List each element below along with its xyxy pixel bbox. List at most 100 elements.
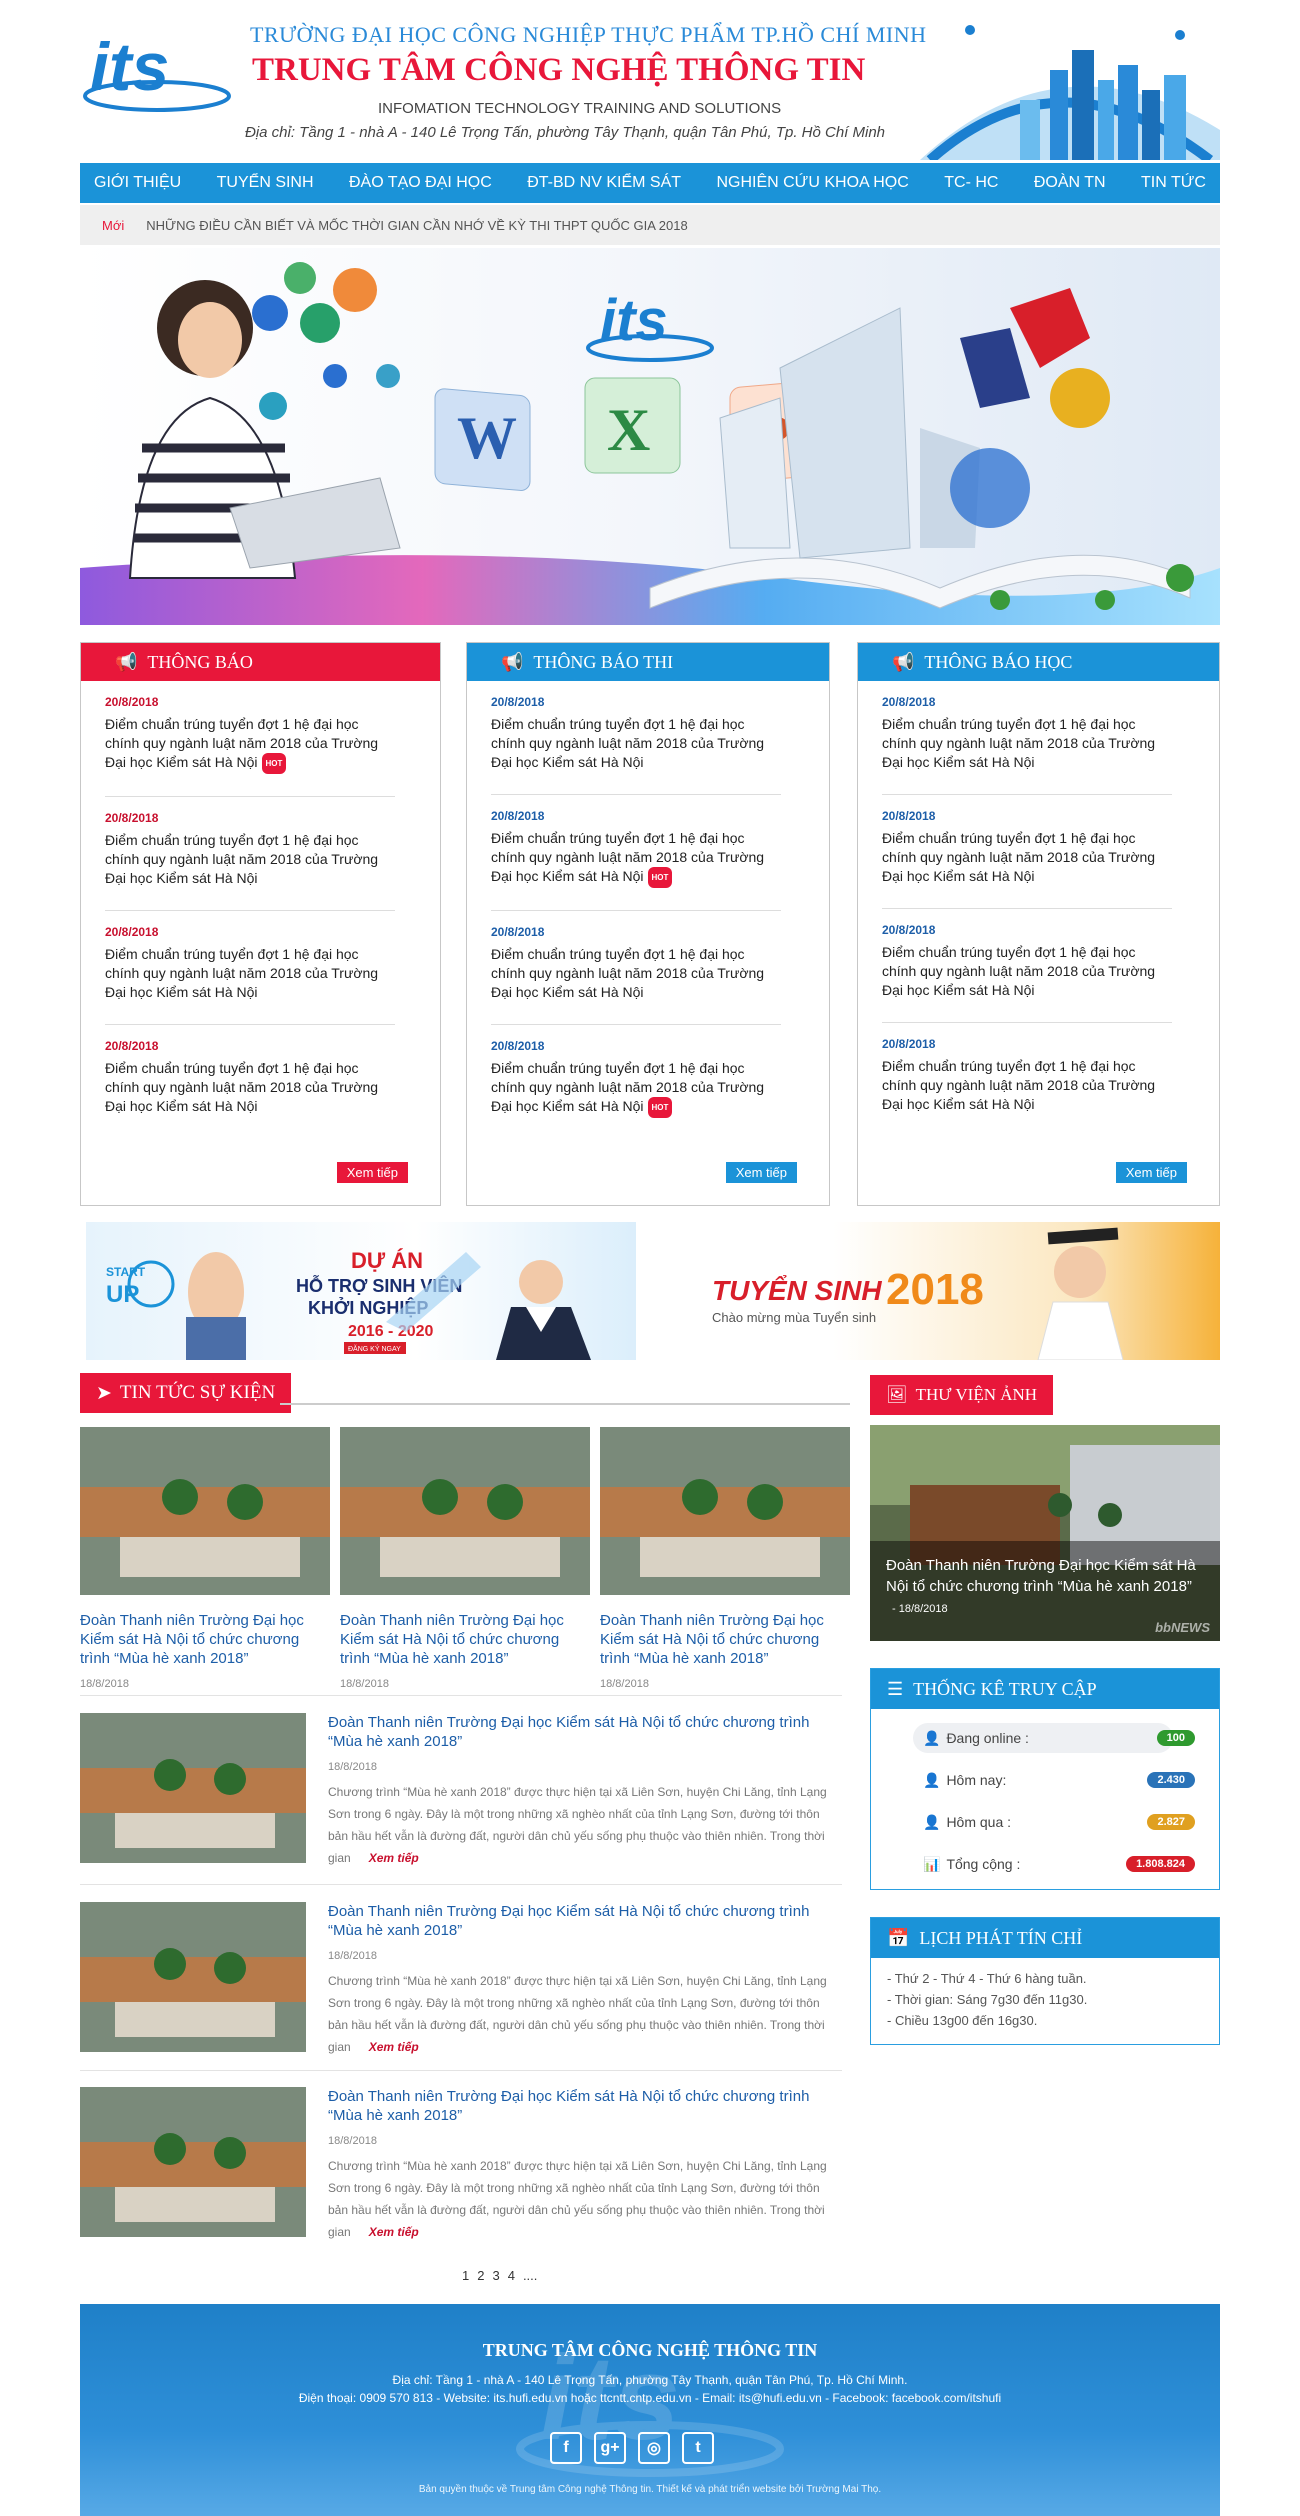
news-list-title[interactable]: Đoàn Thanh niên Trường Đại học Kiểm sát … — [328, 1713, 842, 1751]
megaphone-icon: 📢 — [115, 651, 138, 672]
notice-item[interactable]: 20/8/2018 Điểm chuẩn trúng tuyển đợt 1 h… — [491, 911, 781, 1025]
read-more-link[interactable]: Xem tiếp — [369, 2040, 419, 2054]
facebook-icon[interactable]: f — [550, 2432, 582, 2464]
nav-item-nghien-cuu-khoa-hoc[interactable]: NGHIÊN CỨU KHOA HỌC — [716, 174, 908, 192]
paper-plane-icon: ➤ — [96, 1382, 112, 1404]
notice-item[interactable]: 20/8/2018 Điểm chuẩn trúng tuyển đợt 1 h… — [105, 681, 395, 797]
news-list-item[interactable]: Đoàn Thanh niên Trường Đại học Kiểm sát … — [80, 1713, 842, 1873]
featured-news-title[interactable]: Đoàn Thanh niên Trường Đại học Kiểm sát … — [80, 1611, 330, 1668]
notice-date: 20/8/2018 — [491, 925, 545, 939]
notice-item[interactable]: 20/8/2018 Điểm chuẩn trúng tuyển đợt 1 h… — [882, 909, 1172, 1023]
notice-title[interactable]: Điểm chuẩn trúng tuyển đợt 1 hệ đại học … — [491, 830, 764, 884]
read-more-link[interactable]: Xem tiếp — [369, 2225, 419, 2239]
news-list-item[interactable]: Đoàn Thanh niên Trường Đại học Kiểm sát … — [80, 1902, 842, 2062]
nav-item-tc-hc[interactable]: TC- HC — [944, 174, 998, 192]
google-plus-icon[interactable]: g+ — [594, 2432, 626, 2464]
ticker-link[interactable]: NHỮNG ĐIỀU CẦN BIẾT VÀ MỐC THỜI GIAN CẦN… — [146, 218, 687, 233]
gallery-caption[interactable]: Đoàn Thanh niên Trường Đại học Kiểm sát … — [886, 1557, 1196, 1595]
featured-news-item[interactable]: Đoàn Thanh niên Trường Đại học Kiểm sát … — [600, 1427, 850, 1690]
english-tagline: INFOMATION TECHNOLOGY TRAINING AND SOLUT… — [378, 100, 782, 117]
notice-box-header: 📢 THÔNG BÁO THI — [467, 643, 829, 681]
stat-label: Hôm nay: — [946, 1772, 1007, 1788]
featured-news-item[interactable]: Đoàn Thanh niên Trường Đại học Kiểm sát … — [80, 1427, 330, 1690]
ad-banner-khoi-nghiep[interactable]: START UP DỰ ÁN HỖ TRỢ SINH VIÊN KHỞI NGH… — [86, 1222, 636, 1360]
notice-item[interactable]: 20/8/2018 Điểm chuẩn trúng tuyển đợt 1 h… — [882, 681, 1172, 795]
notice-title[interactable]: Điểm chuẩn trúng tuyển đợt 1 hệ đại học … — [882, 829, 1172, 886]
news-list-title[interactable]: Đoàn Thanh niên Trường Đại học Kiểm sát … — [328, 1902, 842, 1940]
visit-stats-box: ☰ THỐNG KÊ TRUY CẬP 👤 Đang online : 100 👤… — [870, 1668, 1220, 1890]
page-link-1[interactable]: 1 — [462, 2268, 469, 2283]
notice-date: 20/8/2018 — [882, 695, 936, 709]
news-list-item[interactable]: Đoàn Thanh niên Trường Đại học Kiểm sát … — [80, 2087, 842, 2247]
notice-title[interactable]: Điểm chuẩn trúng tuyển đợt 1 hệ đại học … — [491, 715, 781, 772]
ad-subtitle: Chào mừng mùa Tuyển sinh — [712, 1310, 876, 1325]
notice-item[interactable]: 20/8/2018 Điểm chuẩn trúng tuyển đợt 1 h… — [491, 681, 781, 795]
page-link-more[interactable]: .... — [523, 2268, 537, 2283]
nav-item-tin-tuc[interactable]: TIN TỨC — [1141, 174, 1206, 192]
twitter-icon[interactable]: t — [682, 2432, 714, 2464]
notice-item[interactable]: 20/8/2018 Điểm chuẩn trúng tuyển đợt 1 h… — [105, 911, 395, 1025]
notice-date: 20/8/2018 — [491, 695, 545, 709]
featured-news-title[interactable]: Đoàn Thanh niên Trường Đại học Kiểm sát … — [340, 1611, 590, 1668]
ad-years: 2016 - 2020 — [348, 1323, 434, 1340]
stat-row-yesterday: 👤 Hôm qua : 2.827 — [871, 1801, 1219, 1843]
notice-box-thong-bao: 📢 THÔNG BÁO 20/8/2018 Điểm chuẩn trúng t… — [80, 642, 441, 1206]
notice-title[interactable]: Điểm chuẩn trúng tuyển đợt 1 hệ đại học … — [491, 945, 781, 1002]
school-name: TRƯỜNG ĐẠI HỌC CÔNG NGHIỆP THỰC PHẨM TP.… — [250, 22, 927, 47]
stat-label: Đang online : — [946, 1730, 1029, 1746]
city-skyline-graphic — [920, 25, 1220, 160]
user-icon: 👤 — [923, 1813, 941, 1830]
stat-row-online: 👤 Đang online : 100 — [871, 1717, 1219, 1759]
pagination: 1 2 3 4 .... — [462, 2268, 537, 2283]
notice-title[interactable]: Điểm chuẩn trúng tuyển đợt 1 hệ đại học … — [105, 716, 378, 770]
notice-title[interactable]: Điểm chuẩn trúng tuyển đợt 1 hệ đại học … — [882, 943, 1172, 1000]
nav-item-dt-bd-nv-kiem-sat[interactable]: ĐT-BD NV KIỂM SÁT — [527, 174, 681, 192]
news-thumbnail[interactable] — [600, 1427, 850, 1595]
notice-title[interactable]: Điểm chuẩn trúng tuyển đợt 1 hệ đại học … — [882, 715, 1172, 772]
visit-stats-header: ☰ THỐNG KÊ TRUY CẬP — [871, 1669, 1219, 1709]
news-thumbnail[interactable] — [80, 1427, 330, 1595]
stat-label: Tổng cộng : — [946, 1856, 1021, 1872]
ad-register-button[interactable]: ĐĂNG KÝ NGAY — [348, 1344, 401, 1353]
more-button[interactable]: Xem tiếp — [1115, 1162, 1187, 1183]
more-button[interactable]: Xem tiếp — [336, 1162, 408, 1183]
page-link-3[interactable]: 3 — [492, 2268, 499, 2283]
megaphone-icon: 📢 — [892, 651, 915, 672]
news-thumbnail[interactable] — [80, 1713, 306, 1863]
news-thumbnail[interactable] — [340, 1427, 590, 1595]
gallery-image[interactable]: Đoàn Thanh niên Trường Đại học Kiểm sát … — [870, 1425, 1220, 1641]
page-link-2[interactable]: 2 — [477, 2268, 484, 2283]
ad-banner-tuyen-sinh[interactable]: TUYỂN SINH 2018 Chào mừng mùa Tuyển sinh — [668, 1222, 1220, 1360]
notice-box-thong-bao-hoc: 📢 THÔNG BÁO HỌC 20/8/2018 Điểm chuẩn trú… — [857, 642, 1220, 1206]
hero-banner[interactable]: W X P its — [80, 248, 1220, 625]
news-ticker: Mới NHỮNG ĐIỀU CẦN BIẾT VÀ MỐC THỜI GIAN… — [80, 205, 1220, 245]
notice-item[interactable]: 20/8/2018 Điểm chuẩn trúng tuyển đợt 1 h… — [491, 1025, 781, 1140]
notice-title[interactable]: Điểm chuẩn trúng tuyển đợt 1 hệ đại học … — [105, 831, 395, 888]
featured-news-item[interactable]: Đoàn Thanh niên Trường Đại học Kiểm sát … — [340, 1427, 590, 1690]
nav-item-dao-tao-dai-hoc[interactable]: ĐÀO TẠO ĐẠI HỌC — [349, 174, 492, 192]
nav-item-tuyen-sinh[interactable]: TUYỂN SINH — [217, 174, 314, 192]
notice-item[interactable]: 20/8/2018 Điểm chuẩn trúng tuyển đợt 1 h… — [105, 1025, 395, 1138]
more-button[interactable]: Xem tiếp — [725, 1162, 797, 1183]
news-thumbnail[interactable] — [80, 1902, 306, 2052]
its-logo[interactable]: its — [82, 18, 232, 128]
news-list-title[interactable]: Đoàn Thanh niên Trường Đại học Kiểm sát … — [328, 2087, 842, 2125]
notice-title[interactable]: Điểm chuẩn trúng tuyển đợt 1 hệ đại học … — [882, 1057, 1172, 1114]
notice-item[interactable]: 20/8/2018 Điểm chuẩn trúng tuyển đợt 1 h… — [882, 795, 1172, 909]
notice-item[interactable]: 20/8/2018 Điểm chuẩn trúng tuyển đợt 1 h… — [105, 797, 395, 911]
notice-item[interactable]: 20/8/2018 Điểm chuẩn trúng tuyển đợt 1 h… — [491, 795, 781, 911]
notice-title[interactable]: Điểm chuẩn trúng tuyển đợt 1 hệ đại học … — [105, 945, 395, 1002]
featured-news-title[interactable]: Đoàn Thanh niên Trường Đại học Kiểm sát … — [600, 1611, 850, 1668]
page-link-4[interactable]: 4 — [508, 2268, 515, 2283]
notice-item[interactable]: 20/8/2018 Điểm chuẩn trúng tuyển đợt 1 h… — [882, 1023, 1172, 1136]
gallery-watermark: bbNEWS — [1155, 1620, 1210, 1635]
read-more-link[interactable]: Xem tiếp — [369, 1851, 419, 1865]
news-thumbnail[interactable] — [80, 2087, 306, 2237]
featured-news-date: 18/8/2018 — [80, 1678, 129, 1690]
nav-item-doan-tn[interactable]: ĐOÀN TN — [1034, 174, 1106, 192]
instagram-icon[interactable]: ◎ — [638, 2432, 670, 2464]
section-divider — [80, 1695, 842, 1696]
notice-title[interactable]: Điểm chuẩn trúng tuyển đợt 1 hệ đại học … — [105, 1059, 395, 1116]
notice-title[interactable]: Điểm chuẩn trúng tuyển đợt 1 hệ đại học … — [491, 1060, 764, 1114]
nav-item-gioi-thieu[interactable]: GIỚI THIỆU — [94, 174, 181, 192]
